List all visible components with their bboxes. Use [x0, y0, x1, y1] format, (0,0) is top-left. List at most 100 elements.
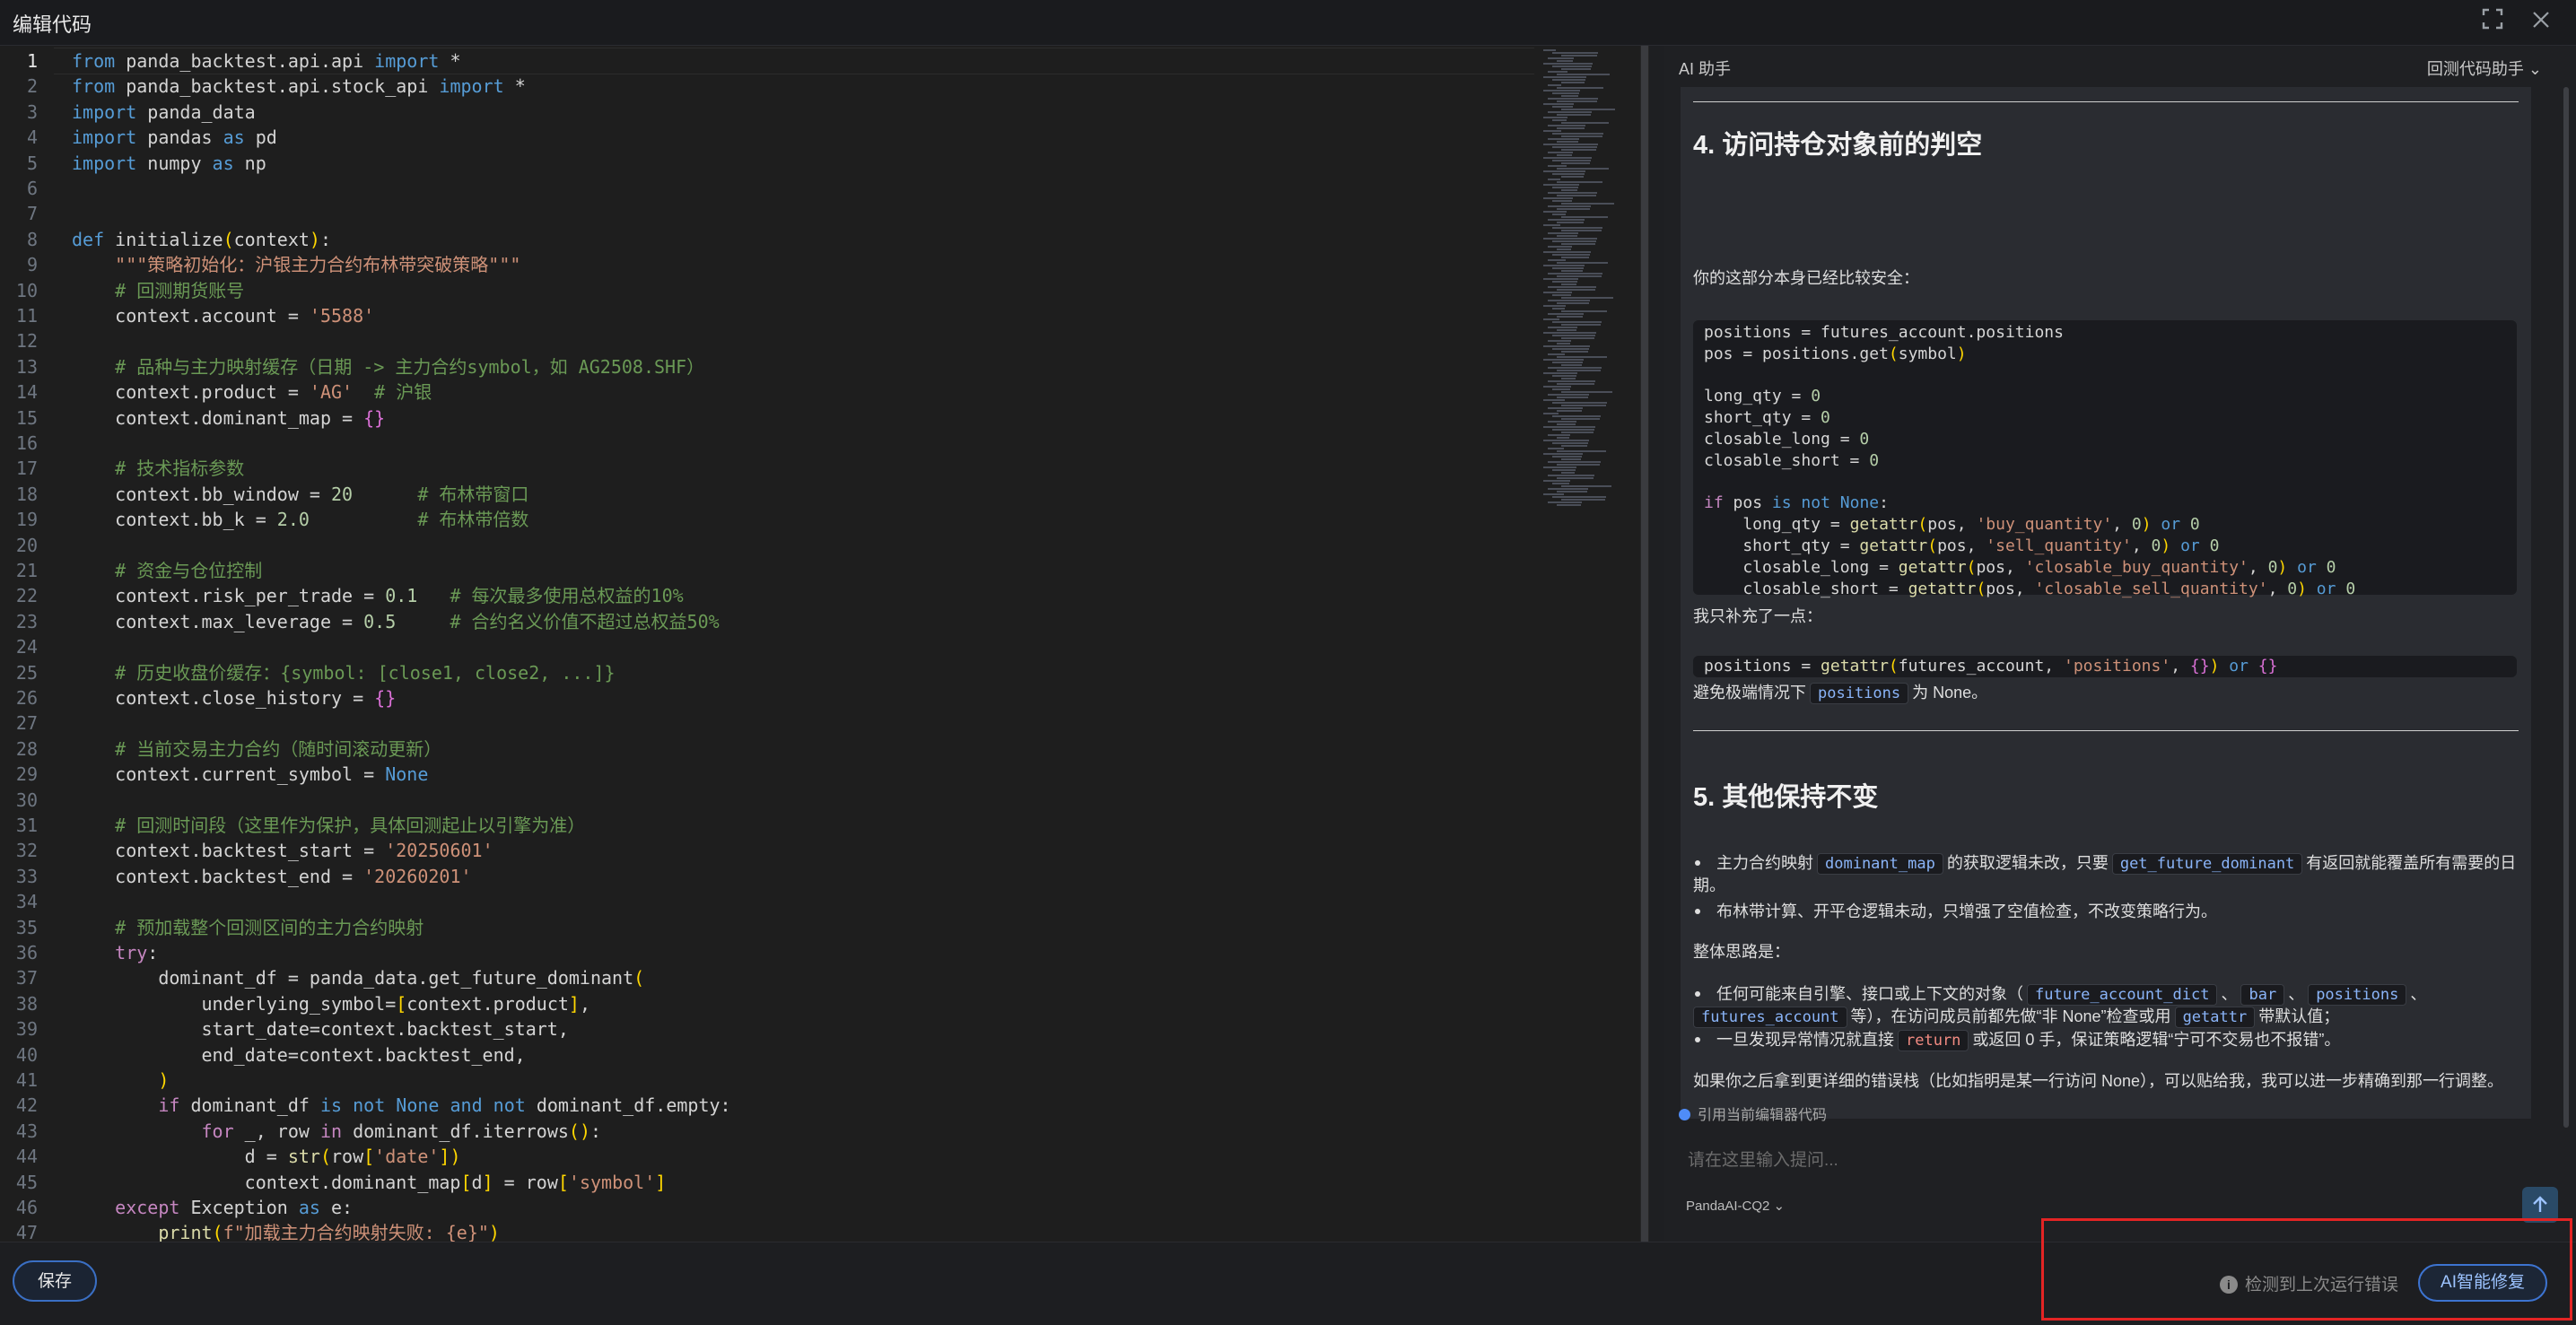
code-line[interactable]: # 回测期货账号	[72, 278, 244, 303]
minimap-line	[1552, 281, 1577, 283]
model-select[interactable]: PandaAI-CQ2 ⌄	[1686, 1198, 1785, 1214]
minimap-line	[1548, 353, 1565, 355]
line-number: 42	[15, 1094, 38, 1117]
line-number: 14	[15, 381, 38, 404]
code-line: short_qty = 0	[1704, 408, 1830, 428]
code-line[interactable]: underlying_symbol=[context.product],	[72, 991, 590, 1016]
line-number: 32	[15, 840, 38, 862]
code-line[interactable]: except Exception as e:	[72, 1195, 353, 1220]
code-line[interactable]: d = str(row['date'])	[72, 1144, 461, 1169]
code-line[interactable]: from panda_backtest.api.api import *	[72, 48, 461, 74]
save-button[interactable]: 保存	[13, 1260, 97, 1302]
minimap-line	[1548, 501, 1582, 503]
minimap-line	[1557, 370, 1601, 371]
fullscreen-icon[interactable]	[2477, 7, 2508, 38]
question-input-placeholder[interactable]: 请在这里输入提问...	[1688, 1146, 1838, 1171]
line-number: 9	[26, 254, 38, 276]
minimap-line	[1557, 100, 1597, 102]
reference-editor-toggle[interactable]: 引用当前编辑器代码	[1679, 1103, 1827, 1124]
section-5-title: 5. 其他保持不变	[1693, 783, 1879, 812]
minimap-line	[1557, 383, 1594, 385]
bullet-dot	[1695, 991, 1700, 997]
minimap-line	[1548, 327, 1577, 328]
ai-scrollbar-thumb[interactable]	[2563, 87, 2569, 1128]
code-line[interactable]: context.dominant_map[d] = row['symbol']	[72, 1170, 667, 1195]
line-number: 7	[26, 203, 38, 225]
code-line[interactable]: def initialize(context):	[72, 227, 331, 252]
code-line[interactable]: # 资金与仓位控制	[72, 558, 262, 583]
line-number: 13	[15, 355, 38, 378]
code-line[interactable]: context.dominant_map = {}	[72, 405, 385, 431]
line-number: 10	[15, 279, 38, 301]
minimap-line	[1548, 138, 1579, 140]
minimap-line	[1552, 362, 1583, 363]
minimap-line	[1557, 343, 1570, 344]
code-line[interactable]: dominant_df = panda_data.get_future_domi…	[72, 965, 644, 990]
minimap-line	[1557, 289, 1595, 291]
line-number: 15	[15, 406, 38, 429]
minimap-line	[1557, 423, 1576, 425]
minimap-line	[1557, 168, 1609, 170]
code-line[interactable]: # 历史收盘价缓存：{symbol: [close1, close2, ...]…	[72, 660, 615, 685]
code-line[interactable]: context.backtest_start = '20250601'	[72, 838, 493, 863]
code-line[interactable]: import numpy as np	[72, 151, 266, 176]
code-line[interactable]: # 回测时间段（这里作为保护，具体回测起止以引擎为准）	[72, 813, 585, 838]
code-line[interactable]: )	[72, 1068, 169, 1093]
minimap-line	[1543, 130, 1561, 132]
line-number: 41	[15, 1069, 38, 1091]
code-line[interactable]: print(f"加载主力合约映射失败: {e}")	[72, 1220, 500, 1242]
code-line[interactable]: context.bb_window = 20 # 布林带窗口	[72, 482, 528, 507]
code-line[interactable]: try:	[72, 940, 158, 965]
code-line[interactable]: end_date=context.backtest_end,	[72, 1042, 525, 1068]
code-line[interactable]: context.backtest_end = '20260201'	[72, 864, 471, 889]
code-line[interactable]: """策略初始化：沪银主力合约布林带突破策略"""	[72, 252, 520, 277]
code-line[interactable]: # 品种与主力映射缓存（日期 -> 主力合约symbol，如 AG2508.SH…	[72, 354, 704, 379]
code-line[interactable]: context.bb_k = 2.0 # 布林带倍数	[72, 507, 528, 532]
code-line[interactable]: import panda_data	[72, 100, 256, 125]
minimap[interactable]	[1540, 46, 1640, 512]
minimap-line	[1548, 434, 1570, 436]
code-line[interactable]: # 当前交易主力合约（随时间滚动更新）	[72, 737, 441, 762]
code-line[interactable]: if dominant_df is not None and not domin…	[72, 1093, 730, 1118]
minimap-line	[1561, 149, 1596, 151]
minimap-line	[1552, 65, 1592, 67]
minimap-line	[1548, 179, 1560, 180]
minimap-line	[1548, 219, 1585, 221]
minimap-line	[1552, 133, 1603, 135]
editor-scrollbar-thumb[interactable]	[1641, 46, 1648, 1242]
text: 一旦发现异常情况就直接	[1716, 1031, 1894, 1049]
minimap-line	[1561, 122, 1609, 124]
code-line[interactable]: context.risk_per_trade = 0.1 # 每次最多使用总权益…	[72, 583, 684, 608]
minimap-line	[1561, 243, 1595, 245]
code-line[interactable]: # 技术指标参数	[72, 456, 244, 481]
close-icon[interactable]	[2526, 7, 2556, 38]
text: 的获取逻辑未改，只要	[1946, 854, 2109, 872]
code-line[interactable]: import pandas as pd	[72, 125, 277, 150]
window-title: 编辑代码	[13, 13, 92, 36]
assistant-mode-select[interactable]: 回测代码助手 ⌄	[2427, 57, 2542, 80]
code-line[interactable]: for _, row in dominant_df.iterrows():	[72, 1119, 602, 1144]
minimap-line	[1543, 399, 1565, 401]
minimap-line	[1557, 87, 1603, 89]
code-line[interactable]: context.account = '5588'	[72, 303, 374, 328]
minimap-line	[1548, 461, 1601, 463]
minimap-line	[1548, 286, 1596, 288]
ai-fix-button[interactable]: AI智能修复	[2418, 1264, 2547, 1302]
code-editor[interactable]: 1 2 3 4 5 6 7 8 9 10 11 12 13 14 15 16 17 18 19 20 21 22 23 24 2…	[0, 46, 1640, 1242]
code-line[interactable]: # 预加载整个回测区间的主力合约映射	[72, 915, 424, 940]
code-text-area[interactable]: from panda_backtest.api.api import * from…	[72, 46, 1534, 1242]
bullet-continuation: 期。	[1693, 876, 1725, 894]
code-line[interactable]: context.current_symbol = None	[72, 762, 428, 787]
minimap-line	[1548, 488, 1588, 490]
minimap-line	[1557, 141, 1578, 143]
code-line[interactable]: from panda_backtest.api.stock_api import…	[72, 74, 526, 99]
code-line[interactable]: context.close_history = {}	[72, 685, 396, 710]
code-line[interactable]: context.product = 'AG' # 沪银	[72, 379, 432, 405]
editor-scrollbar[interactable]	[1640, 46, 1649, 1242]
send-button[interactable]	[2522, 1187, 2558, 1223]
line-number: 33	[15, 865, 38, 887]
code-line[interactable]: start_date=context.backtest_start,	[72, 1016, 568, 1042]
code-line[interactable]: context.max_leverage = 0.5 # 合约名义价值不超过总权…	[72, 609, 720, 634]
inline-code: return	[1898, 1030, 1969, 1051]
ai-message-scrollbar[interactable]	[2562, 87, 2571, 1128]
